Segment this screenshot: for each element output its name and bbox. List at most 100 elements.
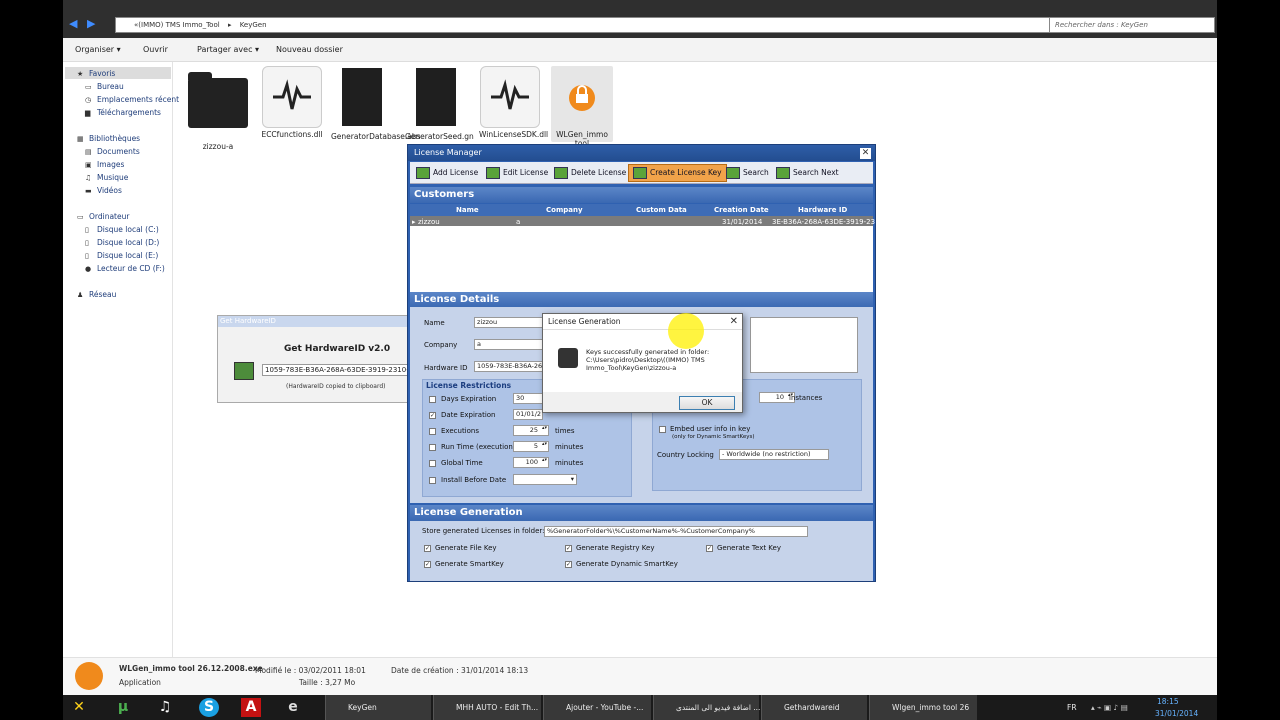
install-before-dropdown[interactable]: ▾ [513, 474, 577, 485]
video-icon: ▬ [85, 187, 92, 195]
taskbar-item-wlgen[interactable]: Wlgen_immo tool 26 [869, 695, 977, 720]
new-folder-button[interactable]: Nouveau dossier [276, 45, 343, 54]
sidebar-item-documents[interactable]: ▤ Documents [85, 147, 140, 156]
days-expiration-field[interactable]: 30 [513, 393, 543, 404]
executions-stepper[interactable]: 25 [513, 425, 549, 436]
search-input[interactable]: Rechercher dans : KeyGen [1049, 17, 1215, 33]
clock-date[interactable]: 31/01/2014 [1155, 701, 1198, 720]
custom-data-field[interactable] [750, 317, 858, 373]
sidebar-item-bureau[interactable]: ▭ Bureau [85, 82, 124, 91]
taskbar-item-youtube[interactable]: Ajouter - YouTube -... [543, 695, 651, 720]
star-icon: ★ [77, 70, 84, 78]
file-item-generatorseed[interactable]: GeneratorSeed.gn [405, 66, 474, 141]
desktop-screen: ◀ ▶ «(IMMO) TMS Immo_Tool ▸ KeyGen Reche… [63, 0, 1217, 720]
registry-key-checkbox[interactable]: ✓ [565, 545, 572, 552]
store-folder-field[interactable]: %GeneratorFolder%\%CustomerName%-%Custom… [544, 526, 808, 537]
taskbar-item-keygen[interactable]: KeyGen [325, 695, 431, 720]
text-key-checkbox[interactable]: ✓ [706, 545, 713, 552]
forward-icon[interactable]: ▶ [87, 18, 99, 30]
ok-button[interactable]: OK [679, 396, 735, 410]
downloads-icon: ▆ [85, 109, 91, 117]
search-next-button[interactable]: Search Next [776, 167, 839, 179]
sidebar-item-cd-f[interactable]: ● Lecteur de CD (F:) [85, 264, 165, 273]
sidebar-item-drive-e[interactable]: ▯ Disque local (E:) [85, 251, 158, 260]
open-button[interactable]: Ouvrir [143, 45, 168, 54]
sidebar-computer[interactable]: ▭ Ordinateur [77, 212, 129, 221]
close-icon[interactable]: ✕ [860, 148, 871, 159]
embed-user-info-checkbox[interactable] [659, 426, 666, 433]
sidebar-item-recent[interactable]: ◷ Emplacements récent [85, 95, 179, 104]
dynamic-smartkey-checkbox[interactable]: ✓ [565, 561, 572, 568]
document-icon [342, 68, 382, 126]
date-expiration-checkbox[interactable]: ✓ [429, 412, 436, 419]
sidebar-item-images[interactable]: ▣ Images [85, 160, 124, 169]
global-time-checkbox[interactable] [429, 460, 436, 467]
smartkey-checkbox[interactable]: ✓ [424, 561, 431, 568]
dialog-title: License Generation [543, 314, 742, 330]
file-item-eccfunctions[interactable]: ECCfunctions.dll [261, 66, 323, 139]
search-button[interactable]: Search [726, 167, 769, 179]
tray-icons[interactable]: ▴ ⌁ ▣ ♪ ▤ [1091, 695, 1128, 720]
column-creation-date[interactable]: Creation Date [714, 206, 769, 214]
music-icon[interactable]: ♫ [155, 698, 175, 717]
breadcrumb-keygen[interactable]: KeyGen [240, 21, 267, 29]
sidebar-item-videos[interactable]: ▬ Vidéos [85, 186, 122, 195]
run-time-checkbox[interactable] [429, 444, 436, 451]
skype-icon[interactable]: S [199, 698, 219, 717]
images-icon: ▣ [85, 161, 92, 169]
language-indicator[interactable]: FR [1067, 695, 1077, 720]
hardware-id-field[interactable]: 1059-783E-B36A-268A [474, 361, 544, 372]
company-field[interactable]: a [474, 339, 544, 350]
back-icon[interactable]: ◀ [69, 18, 81, 30]
address-field[interactable]: «(IMMO) TMS Immo_Tool ▸ KeyGen [115, 17, 1050, 33]
taskbar: ✕ µ ♫ S A e KeyGen MHH AUTO - Edit Th...… [63, 695, 1217, 720]
sidebar-item-music[interactable]: ♫ Musique [85, 173, 128, 182]
internet-explorer-icon[interactable]: e [283, 698, 303, 717]
name-field[interactable]: zizzou [474, 317, 544, 328]
avira-icon[interactable]: A [241, 698, 261, 717]
computer-icon: ▭ [77, 213, 84, 221]
file-key-checkbox[interactable]: ✓ [424, 545, 431, 552]
taskbar-item-mhh[interactable]: MHH AUTO - Edit Th... [433, 695, 541, 720]
breadcrumb-immo[interactable]: «(IMMO) TMS Immo_Tool [134, 21, 220, 29]
global-time-stepper[interactable]: 100 [513, 457, 549, 468]
date-expiration-field[interactable]: 01/01/2 [513, 409, 543, 420]
sidebar-favorites[interactable]: ★ Favoris [77, 69, 115, 78]
file-item-folder[interactable]: zizzou-a [187, 66, 249, 151]
close-icon[interactable]: ✕ [730, 316, 738, 327]
days-expiration-checkbox[interactable] [429, 396, 436, 403]
organize-button[interactable]: Organiser ▾ [75, 45, 121, 54]
column-custom-data[interactable]: Custom Data [636, 206, 687, 214]
cursor-highlight [668, 313, 704, 349]
country-locking-field[interactable]: - Worldwide (no restriction) [719, 449, 829, 460]
executions-checkbox[interactable] [429, 428, 436, 435]
drive-icon: ▯ [85, 226, 89, 234]
create-license-key-button[interactable]: Create License Key [628, 164, 727, 182]
edit-license-button[interactable]: Edit License [486, 167, 548, 179]
file-item-winlicensesdk[interactable]: WinLicenseSDK.dll [479, 66, 548, 139]
column-company[interactable]: Company [546, 206, 583, 214]
start-icon[interactable]: ✕ [69, 698, 89, 717]
license-manager-title: License Manager [408, 145, 875, 161]
file-item-generatordatabase[interactable]: GeneratorDatabase.abs [331, 66, 421, 141]
add-license-button[interactable]: Add License [416, 167, 478, 179]
file-item-wlgen[interactable]: WLGen_immo tool [551, 66, 613, 148]
column-name[interactable]: Name [456, 206, 479, 214]
sidebar-item-drive-d[interactable]: ▯ Disque local (D:) [85, 238, 159, 247]
table-row[interactable]: ▸ zizzou a 31/01/2014 3E-B36A-268A-63DE-… [410, 216, 875, 226]
sidebar-item-drive-c[interactable]: ▯ Disque local (C:) [85, 225, 159, 234]
utorrent-icon[interactable]: µ [113, 698, 133, 717]
hwid-value-field[interactable]: 1059-783E-B36A-268A-63DE-3919-2310-35 [262, 364, 418, 376]
sidebar-libraries[interactable]: ▦ Bibliothèques [77, 134, 140, 143]
license-generation-dialog: License Generation ✕ Keys successfully g… [542, 313, 743, 413]
share-button[interactable]: Partager avec ▾ [197, 45, 259, 54]
table-header: Name Company Custom Data Creation Date H… [410, 204, 873, 216]
sidebar-network[interactable]: ♟ Réseau [77, 290, 116, 299]
column-hardware-id[interactable]: Hardware ID [798, 206, 847, 214]
sidebar-item-downloads[interactable]: ▆ Téléchargements [85, 108, 161, 117]
taskbar-item-gethardwareid[interactable]: Gethardwareid [761, 695, 867, 720]
taskbar-item-forum[interactable]: اضافة فيديو الى المنتدى ... [653, 695, 760, 720]
install-before-checkbox[interactable] [429, 477, 436, 484]
delete-license-button[interactable]: Delete License [554, 167, 626, 179]
run-time-stepper[interactable]: 5 [513, 441, 549, 452]
